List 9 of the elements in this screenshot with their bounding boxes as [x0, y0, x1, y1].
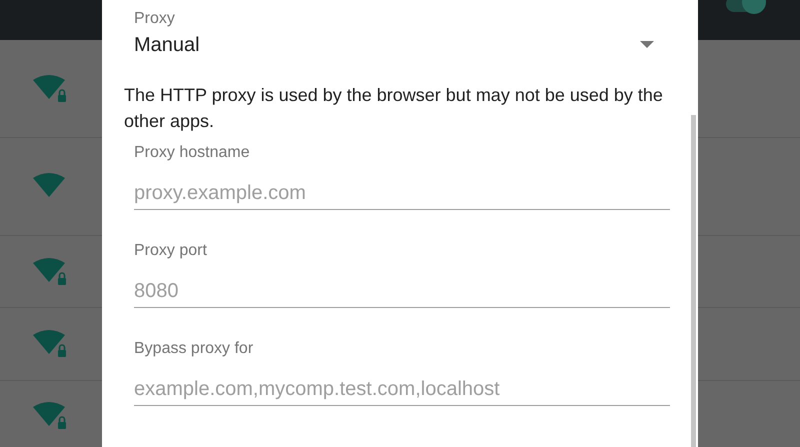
proxy-dropdown[interactable]: Proxy Manual [134, 8, 654, 60]
field-label: Proxy hostname [134, 143, 251, 163]
input-field[interactable]: example.com,mycomp.test.com,localhost [134, 374, 670, 406]
input-field[interactable]: 8080 [134, 276, 670, 308]
field-label: Bypass proxy for [134, 339, 254, 359]
proxy-note: The HTTP proxy is used by the browser but may not be used by the other apps. [124, 84, 664, 133]
input-field[interactable]: proxy.example.com [134, 178, 670, 210]
field-label: Proxy port [134, 241, 208, 261]
scrollbar[interactable] [691, 115, 696, 447]
